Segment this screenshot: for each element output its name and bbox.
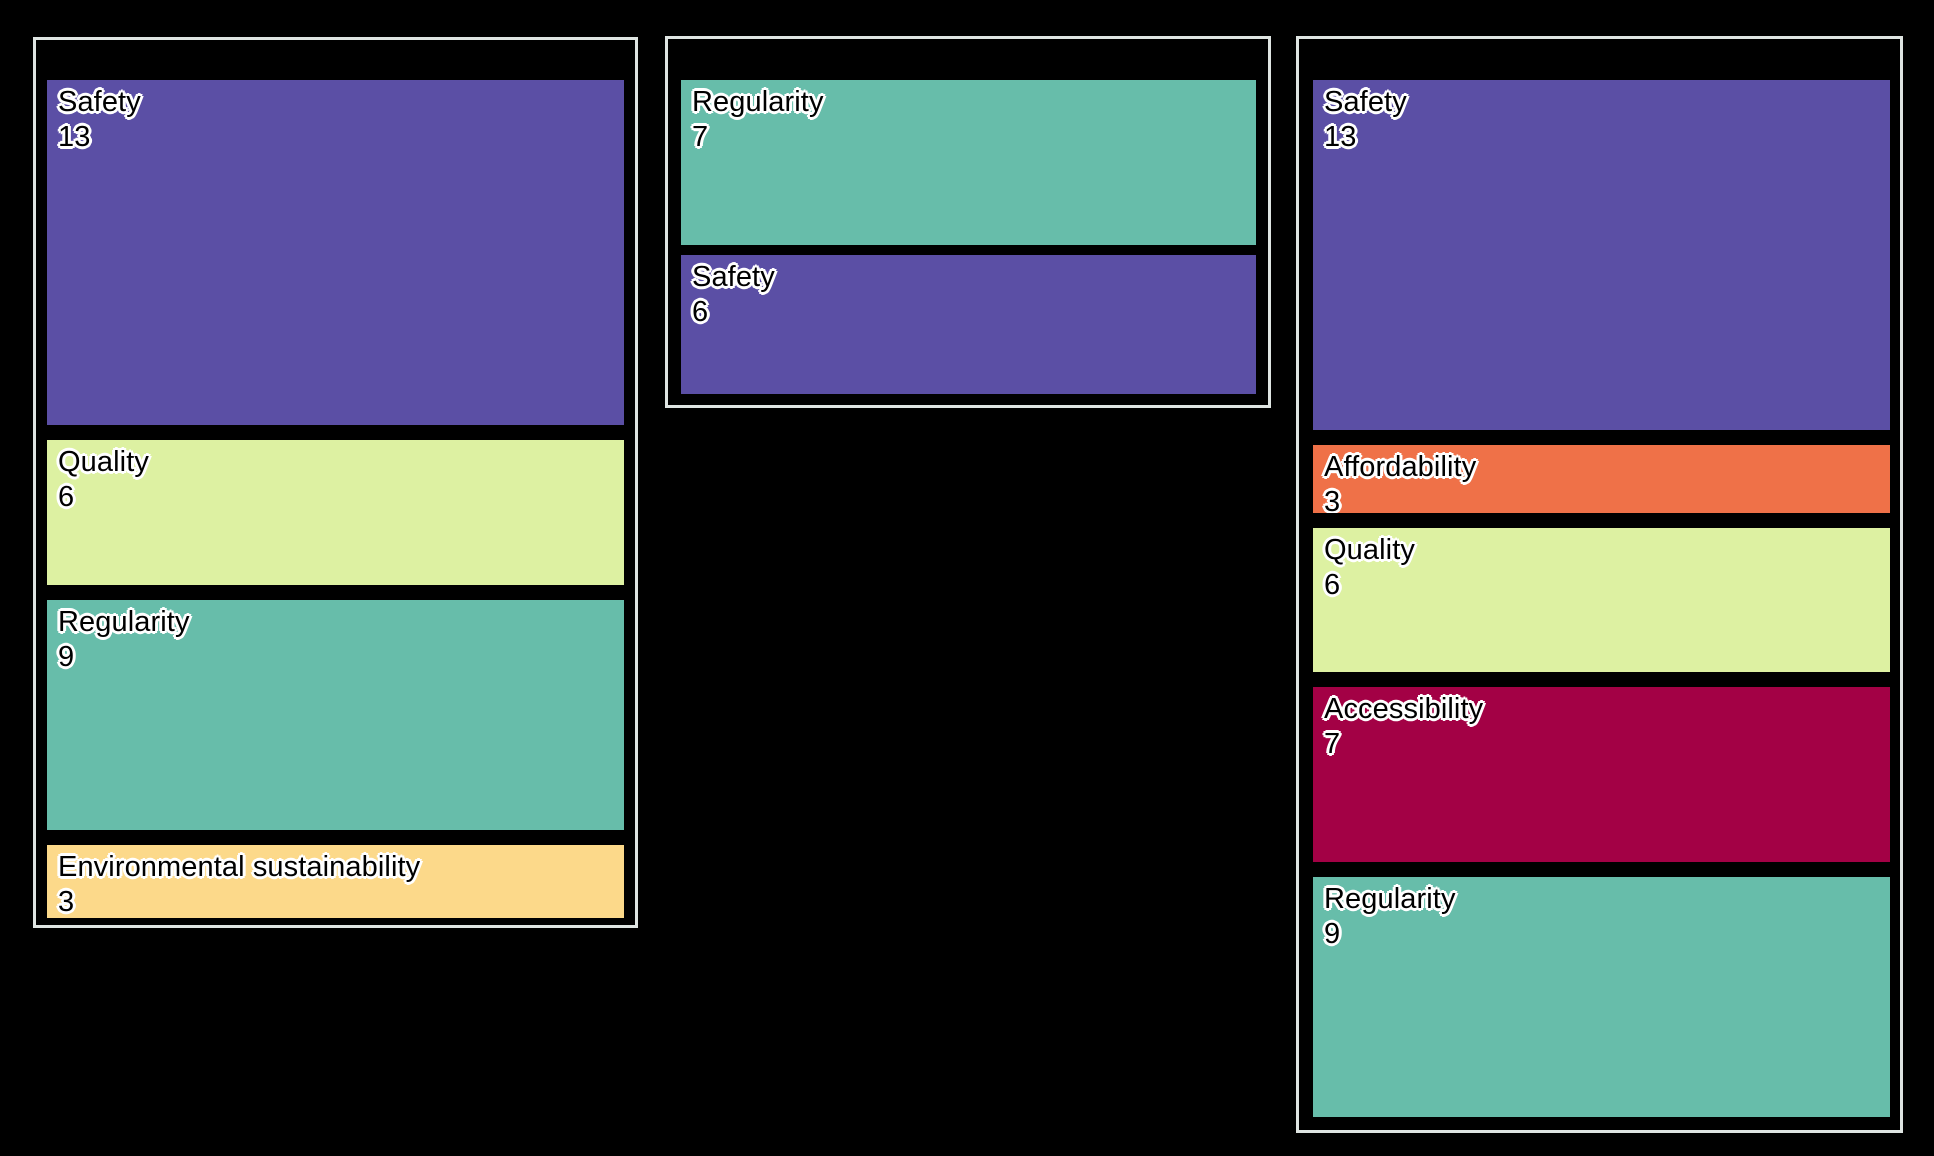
- treemap-chart: Safety 13 Quality 6 Regularity 9 Environmental…: [0, 0, 1934, 1156]
- treemap-tile[interactable]: Safety 13: [47, 80, 624, 425]
- treemap-tile-label: Regularity: [58, 606, 190, 638]
- treemap-tile-value: 6: [58, 481, 75, 513]
- treemap-tile[interactable]: Regularity 9: [47, 600, 624, 830]
- treemap-tile-value: 3: [1324, 486, 1341, 513]
- treemap-tile-label: Environmental sustainability: [58, 851, 421, 883]
- treemap-tile-value: 6: [692, 296, 709, 328]
- treemap-tile[interactable]: Regularity 9: [1313, 877, 1890, 1117]
- treemap-tile-value: 9: [58, 641, 75, 673]
- treemap-tile[interactable]: Safety 6: [681, 255, 1256, 394]
- treemap-tile-value: 9: [1324, 918, 1341, 950]
- treemap-tile[interactable]: Quality 6: [47, 440, 624, 585]
- treemap-tile-label: Regularity: [692, 86, 824, 118]
- treemap-tile-label: Accessibility: [1324, 693, 1484, 725]
- treemap-tile[interactable]: Safety 13: [1313, 80, 1890, 430]
- treemap-tile-label: Quality: [1324, 534, 1415, 566]
- treemap-tile-value: 13: [58, 121, 91, 153]
- treemap-tile[interactable]: Accessibility 7: [1313, 687, 1890, 862]
- treemap-tile-value: 13: [1324, 121, 1357, 153]
- treemap-tile-label: Safety: [692, 261, 775, 293]
- treemap-tile-label: Quality: [58, 446, 149, 478]
- treemap-tile-value: 7: [692, 121, 709, 153]
- treemap-tile-label: Affordability: [1324, 451, 1477, 483]
- treemap-tile[interactable]: Regularity 7: [681, 80, 1256, 245]
- treemap-tile-value: 3: [58, 886, 75, 918]
- treemap-tile-label: Safety: [58, 86, 141, 118]
- treemap-tile-value: 6: [1324, 569, 1341, 601]
- treemap-tile-label: Safety: [1324, 86, 1407, 118]
- treemap-tile[interactable]: Affordability 3: [1313, 445, 1890, 513]
- treemap-tile[interactable]: Environmental sustainability 3: [47, 845, 624, 918]
- treemap-tile-value: 7: [1324, 728, 1341, 760]
- treemap-tile[interactable]: Quality 6: [1313, 528, 1890, 672]
- treemap-tile-label: Regularity: [1324, 883, 1456, 915]
